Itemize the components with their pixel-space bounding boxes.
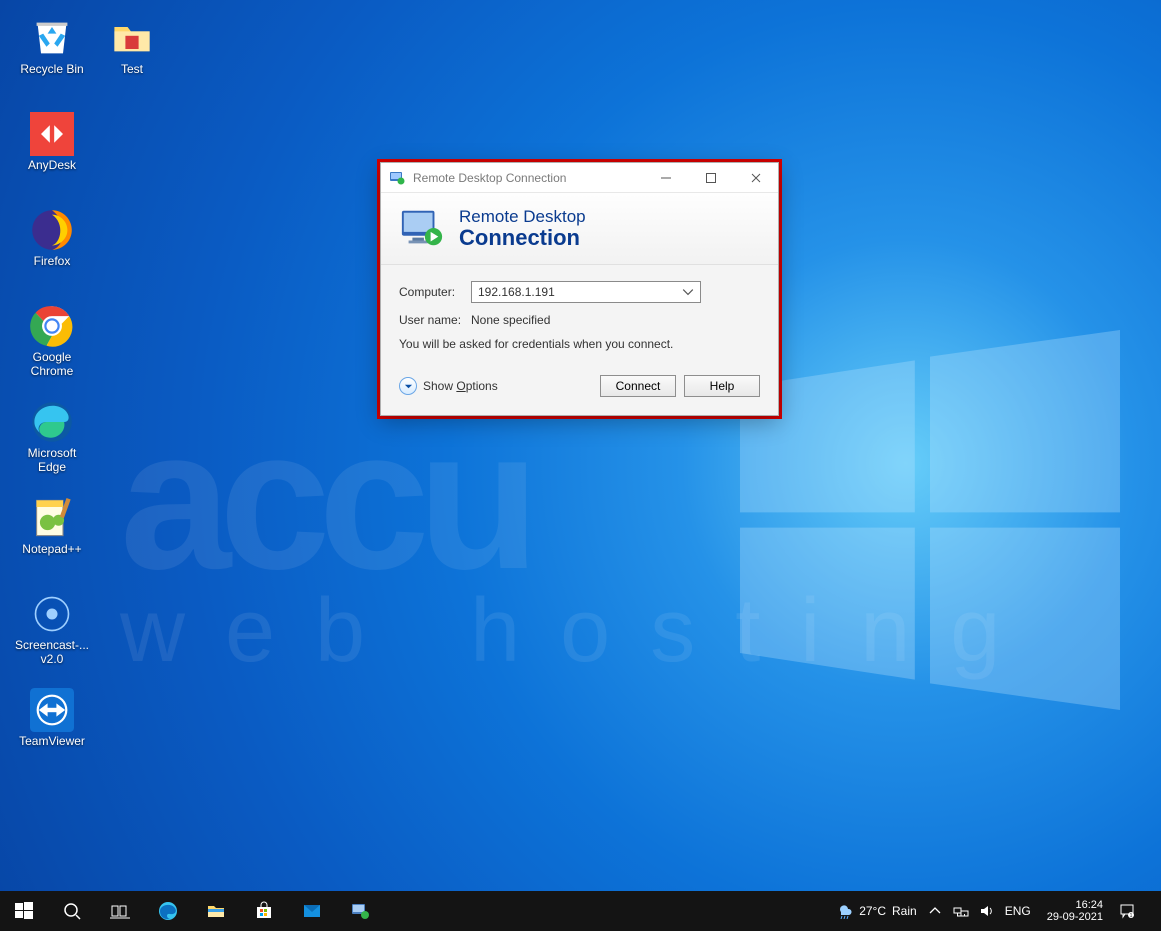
close-button[interactable]: [733, 163, 778, 193]
search-button[interactable]: [48, 891, 96, 931]
computer-value: 192.168.1.191: [478, 285, 555, 299]
taskbar-app-rdc[interactable]: [336, 891, 384, 931]
taskbar-app-edge[interactable]: [144, 891, 192, 931]
task-view-button[interactable]: [96, 891, 144, 931]
rdc-body: Computer: 192.168.1.191 User name: None …: [381, 265, 778, 415]
desktop-icon-label: Screencast-... v2.0: [14, 638, 90, 666]
weather-icon: [837, 903, 853, 919]
taskbar-app-explorer[interactable]: [192, 891, 240, 931]
chevron-down-icon: [399, 377, 417, 395]
desktop-icon-label: AnyDesk: [14, 158, 90, 172]
taskbar-weather[interactable]: 27°C Rain: [837, 903, 917, 919]
help-button[interactable]: Help: [684, 375, 760, 397]
recycle-bin-icon: [30, 16, 74, 60]
desktop-icon-edge[interactable]: Microsoft Edge: [14, 400, 90, 490]
desktop-icon-label: Test: [94, 62, 170, 76]
connect-button[interactable]: Connect: [600, 375, 676, 397]
volume-icon[interactable]: [979, 903, 995, 919]
edge-icon: [30, 400, 74, 444]
maximize-button[interactable]: [688, 163, 733, 193]
screencast-icon: [30, 592, 74, 636]
rdc-app-icon: [389, 170, 405, 186]
tray-clock[interactable]: 16:24 29-09-2021: [1041, 899, 1109, 923]
taskbar-app-store[interactable]: [240, 891, 288, 931]
desktop-icon-test-folder[interactable]: Test: [94, 16, 170, 106]
desktop[interactable]: accu web hosting Recycle Bin AnyDesk Fir…: [0, 0, 1161, 891]
desktop-icons-col1: Recycle Bin AnyDesk Firefox Google Chrom…: [14, 16, 90, 784]
desktop-icon-label: Google Chrome: [14, 350, 90, 378]
desktop-icons-col2: Test: [94, 16, 170, 112]
desktop-icon-teamviewer[interactable]: TeamViewer: [14, 688, 90, 778]
folder-icon: [110, 16, 154, 60]
rdc-banner-line2: Connection: [459, 226, 586, 249]
anydesk-icon: [30, 112, 74, 156]
username-label: User name:: [399, 313, 471, 327]
rdc-highlight-border: Remote Desktop Connection Remote Desktop…: [377, 159, 782, 419]
action-center-icon[interactable]: 1: [1119, 903, 1135, 919]
tray-time: 16:24: [1075, 899, 1103, 911]
desktop-icon-label: Firefox: [14, 254, 90, 268]
desktop-icon-firefox[interactable]: Firefox: [14, 208, 90, 298]
notepadpp-icon: [30, 496, 74, 540]
credentials-message: You will be asked for credentials when y…: [399, 337, 760, 351]
system-tray: 27°C Rain ENG 16:24 29-09-2021 1: [833, 891, 1161, 931]
accu-watermark: accu web hosting: [120, 430, 1040, 683]
desktop-icon-recycle-bin[interactable]: Recycle Bin: [14, 16, 90, 106]
network-icon[interactable]: [953, 903, 969, 919]
desktop-icon-label: Recycle Bin: [14, 62, 90, 76]
desktop-icon-notepadpp[interactable]: Notepad++: [14, 496, 90, 586]
teamviewer-icon: [30, 688, 74, 732]
desktop-icon-screencast[interactable]: Screencast-... v2.0: [14, 592, 90, 682]
show-options-toggle[interactable]: Show Options: [399, 377, 498, 395]
chrome-icon: [30, 304, 74, 348]
weather-cond: Rain: [892, 904, 917, 918]
desktop-icon-label: Microsoft Edge: [14, 446, 90, 474]
rdc-window[interactable]: Remote Desktop Connection Remote Desktop…: [380, 162, 779, 416]
chevron-down-icon: [682, 286, 694, 298]
tray-language[interactable]: ENG: [1005, 904, 1031, 918]
taskbar[interactable]: 27°C Rain ENG 16:24 29-09-2021 1: [0, 891, 1161, 931]
desktop-icon-label: Notepad++: [14, 542, 90, 556]
firefox-icon: [30, 208, 74, 252]
windows-logo-watermark: [740, 330, 1120, 710]
svg-text:1: 1: [1130, 913, 1133, 919]
computer-label: Computer:: [399, 285, 471, 299]
desktop-icon-label: TeamViewer: [14, 734, 90, 748]
username-value: None specified: [471, 313, 550, 327]
taskbar-app-mail[interactable]: [288, 891, 336, 931]
rdc-banner: Remote Desktop Connection: [381, 193, 778, 265]
weather-temp: 27°C: [859, 904, 886, 918]
rdc-banner-line1: Remote Desktop: [459, 208, 586, 226]
desktop-icon-anydesk[interactable]: AnyDesk: [14, 112, 90, 202]
desktop-icon-chrome[interactable]: Google Chrome: [14, 304, 90, 394]
computer-combobox[interactable]: 192.168.1.191: [471, 281, 701, 303]
tray-overflow-button[interactable]: [927, 903, 943, 919]
rdc-titlebar[interactable]: Remote Desktop Connection: [381, 163, 778, 193]
start-button[interactable]: [0, 891, 48, 931]
minimize-button[interactable]: [643, 163, 688, 193]
rdc-window-title: Remote Desktop Connection: [413, 171, 643, 185]
tray-date: 29-09-2021: [1047, 911, 1103, 923]
rdc-banner-icon: [399, 206, 445, 252]
show-options-label: Show Options: [423, 379, 498, 393]
